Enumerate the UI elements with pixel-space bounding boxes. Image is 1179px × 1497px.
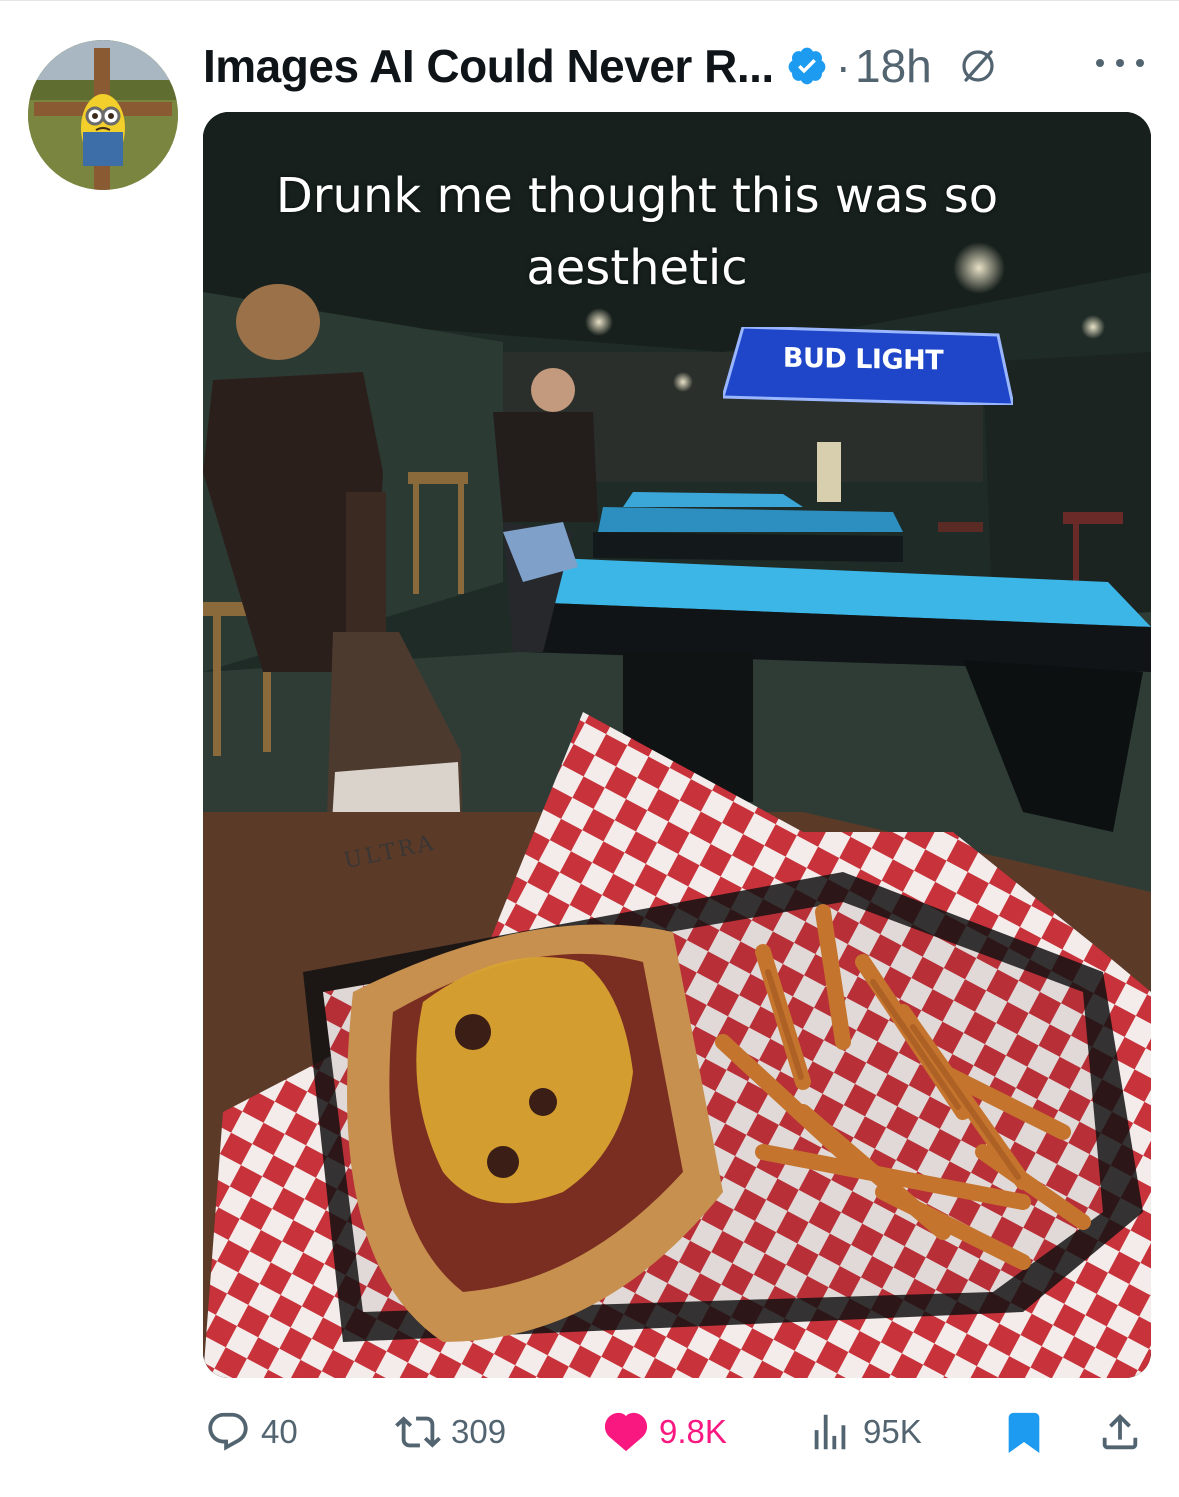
avatar-image xyxy=(28,40,178,190)
repost-icon xyxy=(395,1416,441,1448)
verified-badge-icon[interactable] xyxy=(786,45,828,87)
reply-icon xyxy=(208,1412,248,1451)
repost-count: 309 xyxy=(451,1413,507,1450)
post-header: Images AI Could Never R... · 18h xyxy=(203,36,998,96)
post-media[interactable]: Drunk me thought this was so aesthetic B… xyxy=(203,112,1151,1378)
author-name[interactable]: Images AI Could Never R... xyxy=(203,39,774,93)
repost-button[interactable]: 309 xyxy=(395,1400,506,1464)
top-divider xyxy=(0,0,1179,1)
author-avatar[interactable] xyxy=(28,40,178,190)
post-caption: Drunk me thought this was so aesthetic xyxy=(275,168,999,296)
more-icon[interactable] xyxy=(1090,48,1150,78)
views-count: 95K xyxy=(863,1413,922,1450)
post-action-bar: 40 309 9.8K 95K xyxy=(203,1400,1151,1464)
like-count: 9.8K xyxy=(659,1413,727,1450)
header-separator: · xyxy=(835,40,851,92)
reply-button[interactable]: 40 xyxy=(205,1400,298,1464)
bookmark-icon xyxy=(1008,1412,1040,1453)
share-icon xyxy=(1102,1413,1138,1450)
reply-count: 40 xyxy=(261,1413,298,1450)
views-button[interactable]: 95K xyxy=(807,1400,922,1464)
views-icon xyxy=(814,1414,846,1450)
bud-light-sign-text: BUD LIGHT xyxy=(782,342,944,377)
like-icon xyxy=(604,1412,648,1452)
like-button[interactable]: 9.8K xyxy=(603,1400,727,1464)
post-timestamp[interactable]: 18h xyxy=(855,39,932,93)
bookmark-button[interactable] xyxy=(1001,1400,1047,1464)
grok-icon[interactable] xyxy=(958,46,998,86)
share-button[interactable] xyxy=(1097,1400,1143,1464)
